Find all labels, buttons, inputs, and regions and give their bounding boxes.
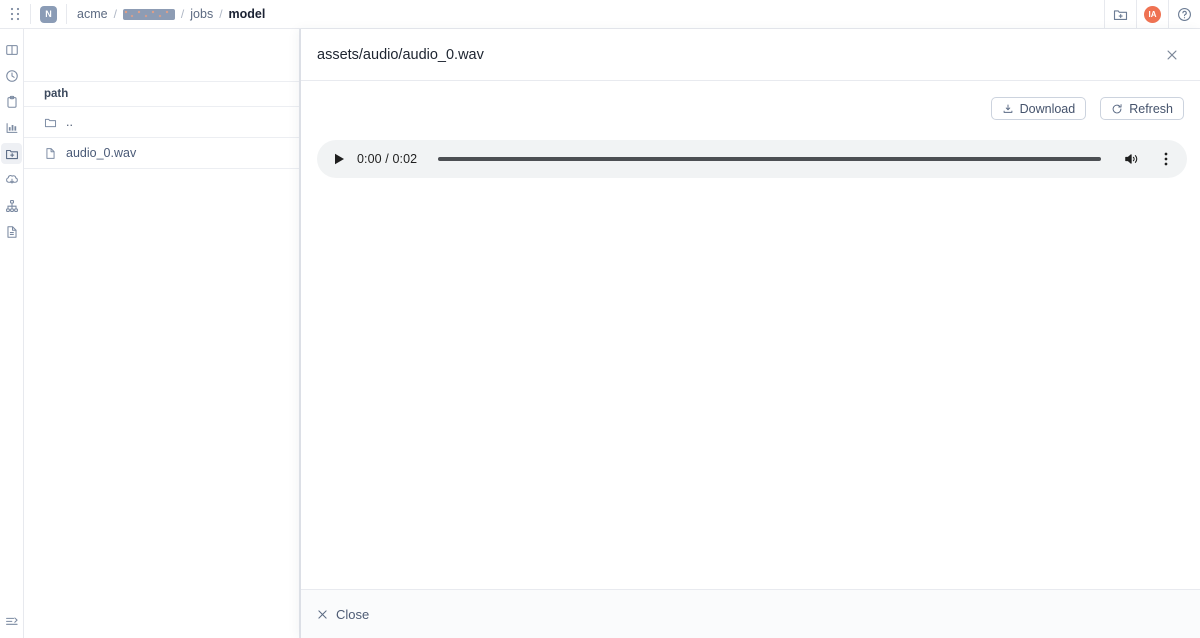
modal-body: Download Refresh 0:00 / 0:02 bbox=[301, 81, 1200, 589]
file-preview-modal: assets/audio/audio_0.wav Download Refres… bbox=[300, 29, 1200, 638]
refresh-icon bbox=[1112, 103, 1122, 113]
list-item-label: .. bbox=[66, 115, 73, 129]
avatar-initials: IA bbox=[1144, 5, 1161, 23]
topbar-divider-left bbox=[30, 4, 31, 24]
page-title: assets/audio/audio_0.wav bbox=[317, 46, 484, 63]
avatar[interactable]: IA bbox=[1137, 0, 1168, 28]
more-vertical-icon[interactable] bbox=[1158, 150, 1174, 168]
breadcrumb-item-org[interactable]: acme bbox=[77, 7, 108, 21]
sidebar-item-artifacts[interactable] bbox=[1, 143, 22, 164]
breadcrumb-separator: / bbox=[219, 7, 223, 21]
close-button[interactable]: Close bbox=[317, 607, 369, 622]
modal-header: assets/audio/audio_0.wav bbox=[301, 29, 1200, 81]
file-icon bbox=[46, 147, 55, 159]
audio-player[interactable]: 0:00 / 0:02 bbox=[317, 140, 1187, 178]
close-icon[interactable] bbox=[1161, 44, 1183, 66]
drag-grip-icon[interactable] bbox=[0, 0, 30, 28]
close-button-label: Close bbox=[336, 606, 370, 622]
sidebar-item-lineage[interactable] bbox=[1, 195, 22, 216]
download-icon bbox=[1003, 103, 1012, 113]
play-icon[interactable] bbox=[332, 151, 346, 167]
sidebar-item-history[interactable] bbox=[1, 65, 22, 86]
breadcrumb-separator: / bbox=[180, 7, 185, 21]
breadcrumb-item-model[interactable]: model bbox=[229, 7, 266, 21]
file-browser-toolbar bbox=[24, 29, 299, 82]
breadcrumb-separator: / bbox=[113, 7, 117, 21]
volume-icon[interactable] bbox=[1123, 150, 1141, 168]
refresh-button[interactable]: Refresh bbox=[1100, 97, 1184, 120]
list-item[interactable]: audio_0.wav bbox=[24, 138, 299, 169]
sidebar-item-metrics[interactable] bbox=[1, 117, 22, 138]
sidebar-item-model[interactable] bbox=[1, 169, 22, 190]
breadcrumb-item-redacted[interactable] bbox=[122, 8, 175, 20]
list-item-label: audio_0.wav bbox=[66, 146, 137, 160]
download-button-label: Download bbox=[1019, 101, 1076, 116]
modal-footer: Close bbox=[301, 589, 1200, 638]
icon-rail bbox=[0, 29, 24, 638]
folder-icon bbox=[44, 118, 57, 127]
new-folder-icon[interactable] bbox=[1105, 0, 1136, 28]
audio-progress-slider[interactable] bbox=[438, 157, 1101, 161]
top-bar: N acme / / jobs / model IA bbox=[0, 0, 1200, 29]
help-icon[interactable] bbox=[1169, 0, 1200, 28]
download-button[interactable]: Download bbox=[990, 97, 1087, 120]
breadcrumb: acme / / jobs / model bbox=[77, 7, 265, 21]
modal-action-row: Download Refresh bbox=[317, 97, 1184, 121]
x-icon bbox=[318, 609, 327, 619]
sidebar-item-panel-layout[interactable] bbox=[1, 39, 22, 60]
topbar-actions: IA bbox=[1104, 0, 1200, 29]
refresh-button-label: Refresh bbox=[1129, 101, 1173, 116]
topbar-divider-logo bbox=[66, 4, 67, 24]
file-browser-panel: path .. audio_0.wav bbox=[24, 29, 300, 638]
file-column-header-path: path bbox=[24, 82, 299, 107]
sidebar-item-clipboard[interactable] bbox=[1, 91, 22, 112]
breadcrumb-item-jobs[interactable]: jobs bbox=[190, 7, 213, 21]
collapse-sidebar-button[interactable] bbox=[0, 614, 24, 628]
app-logo[interactable]: N bbox=[40, 5, 57, 23]
audio-time-display: 0:00 / 0:02 bbox=[357, 152, 418, 166]
list-item[interactable]: .. bbox=[24, 107, 299, 138]
sidebar-item-logs[interactable] bbox=[1, 221, 22, 242]
